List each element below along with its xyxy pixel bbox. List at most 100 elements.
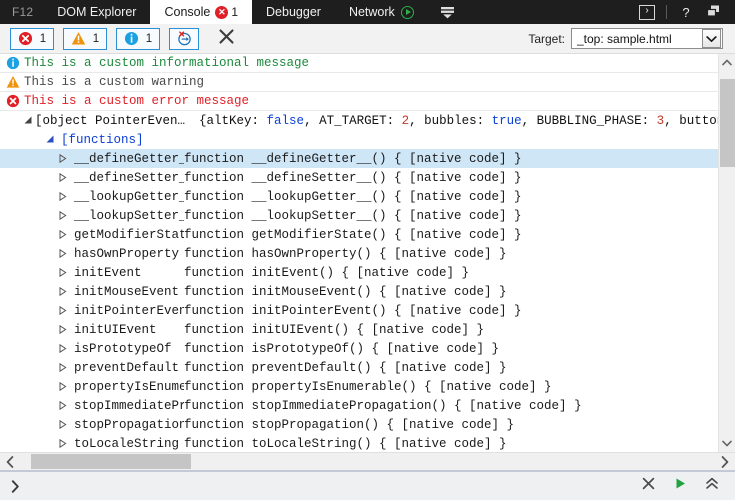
tab-debugger[interactable]: Debugger [252,0,335,24]
console-message-info[interactable]: This is a custom informational message [0,54,718,73]
scroll-down-button[interactable] [719,435,735,452]
function-row[interactable]: initUIEventfunction initUIEvent() { [nat… [0,320,718,339]
warning-triangle-icon [71,31,86,46]
function-row[interactable]: toLocaleStringfunction toLocaleString() … [0,434,718,452]
console-command-input[interactable] [24,474,639,498]
tab-error-count: 1 [231,5,238,19]
scroll-right-button[interactable] [715,453,735,470]
function-name: initPointerEvent [69,304,184,318]
function-value: function getModifierState() { [native co… [184,228,522,242]
object-preview-token: , button: [664,114,718,128]
scroll-left-button[interactable] [0,453,20,470]
console-input-actions [639,476,731,496]
expander-expanded-icon[interactable] [44,135,57,144]
function-row[interactable]: __lookupSetter__function __lookupSetter_… [0,206,718,225]
help-button[interactable]: ? [673,0,699,24]
scroll-track[interactable] [20,453,715,470]
expander-collapsed-icon[interactable] [56,420,69,429]
function-name: toLocaleString [69,437,184,451]
info-filter-button[interactable]: 1 [116,28,160,50]
function-name: __defineSetter__ [69,171,184,185]
console-message-text: This is a custom error message [21,94,249,108]
function-row[interactable]: __lookupGetter__function __lookupGetter_… [0,187,718,206]
console-body: This is a custom informational message T… [0,54,735,452]
dock-window-button[interactable] [701,0,727,24]
expander-collapsed-icon[interactable] [56,306,69,315]
info-circle-icon [4,56,21,70]
console-toggle-button[interactable]: › [634,0,660,24]
expander-collapsed-icon[interactable] [56,211,69,220]
run-script-button[interactable] [671,476,689,496]
function-row[interactable]: initMouseEventfunction initMouseEvent() … [0,282,718,301]
expander-collapsed-icon[interactable] [56,173,69,182]
function-name: propertyIsEnume… [69,380,184,394]
scroll-up-button[interactable] [719,54,735,71]
console-message-text: This is a custom warning [21,75,204,89]
expander-collapsed-icon[interactable] [56,344,69,353]
error-circle-icon [4,94,21,108]
expander-collapsed-icon[interactable] [56,192,69,201]
expander-collapsed-icon[interactable] [56,382,69,391]
console-message-warning[interactable]: This is a custom warning [0,73,718,92]
expander-collapsed-icon[interactable] [56,325,69,334]
tab-console[interactable]: Console ✕ 1 [150,0,252,24]
function-value: function toLocaleString() { [native code… [184,437,507,451]
help-icon: ? [682,5,689,20]
expander-expanded-icon[interactable] [22,116,35,125]
function-row[interactable]: preventDefaultfunction preventDefault() … [0,358,718,377]
info-count: 1 [146,33,152,45]
console-object-row[interactable]: [object PointerEven… {altKey: false, AT_… [0,111,718,130]
scroll-track[interactable] [719,71,735,435]
function-row[interactable]: isPrototypeOffunction isPrototypeOf() { … [0,339,718,358]
function-row[interactable]: stopImmediatePr…function stopImmediatePr… [0,396,718,415]
more-tabs-button[interactable] [428,0,467,24]
tab-error-badge: ✕ 1 [215,5,238,19]
errors-filter-button[interactable]: 1 [10,28,54,50]
function-row[interactable]: initEventfunction initEvent() { [native … [0,263,718,282]
tab-dom-explorer[interactable]: DOM Explorer [43,0,150,24]
functions-group-row[interactable]: [functions] [0,130,718,149]
target-select[interactable]: _top: sample.html [571,28,723,49]
function-row[interactable]: propertyIsEnume…function propertyIsEnume… [0,377,718,396]
function-value: function initPointerEvent() { [native co… [184,304,522,318]
console-vertical-scrollbar[interactable] [718,54,735,452]
scroll-thumb[interactable] [720,79,735,167]
expander-collapsed-icon[interactable] [56,230,69,239]
expander-collapsed-icon[interactable] [56,439,69,448]
clear-console-button[interactable] [214,28,238,50]
expander-collapsed-icon[interactable] [56,401,69,410]
function-row[interactable]: getModifierStatefunction getModifierStat… [0,225,718,244]
function-name: initEvent [69,266,184,280]
expander-collapsed-icon[interactable] [56,363,69,372]
target-selector-group: Target: _top: sample.html [528,28,727,49]
clear-input-button[interactable] [639,476,657,496]
console-horizontal-scrollbar[interactable] [0,452,735,470]
function-name: __lookupGetter__ [69,190,184,204]
expander-collapsed-icon[interactable] [56,268,69,277]
clear-on-navigate-toggle[interactable] [169,28,199,50]
expand-input-button[interactable] [703,476,721,496]
function-row[interactable]: hasOwnPropertyfunction hasOwnProperty() … [0,244,718,263]
function-row[interactable]: __defineSetter__function __defineSetter_… [0,168,718,187]
warnings-filter-button[interactable]: 1 [63,28,107,50]
expander-collapsed-icon[interactable] [56,154,69,163]
function-row[interactable]: stopPropagationfunction stopPropagation(… [0,415,718,434]
f12-label: F12 [0,0,43,24]
function-value: function propertyIsEnumerable() { [nativ… [184,380,552,394]
scroll-thumb[interactable] [31,454,191,469]
console-output[interactable]: This is a custom informational message T… [0,54,718,452]
function-row[interactable]: initPointerEventfunction initPointerEven… [0,301,718,320]
warnings-count: 1 [93,33,99,45]
function-row[interactable]: __defineGetter__function __defineGetter_… [0,149,718,168]
function-value: function initUIEvent() { [native code] } [184,323,484,337]
function-value: function isPrototypeOf() { [native code]… [184,342,499,356]
titlebar-actions: › ? [634,0,735,24]
tab-network[interactable]: Network [335,0,428,24]
chevron-down-icon[interactable] [702,29,721,48]
prompt-chevron-icon [6,480,24,493]
dock-window-icon [706,4,722,21]
clear-on-navigate-icon [177,31,192,46]
console-message-error[interactable]: This is a custom error message [0,92,718,111]
expander-collapsed-icon[interactable] [56,287,69,296]
expander-collapsed-icon[interactable] [56,249,69,258]
